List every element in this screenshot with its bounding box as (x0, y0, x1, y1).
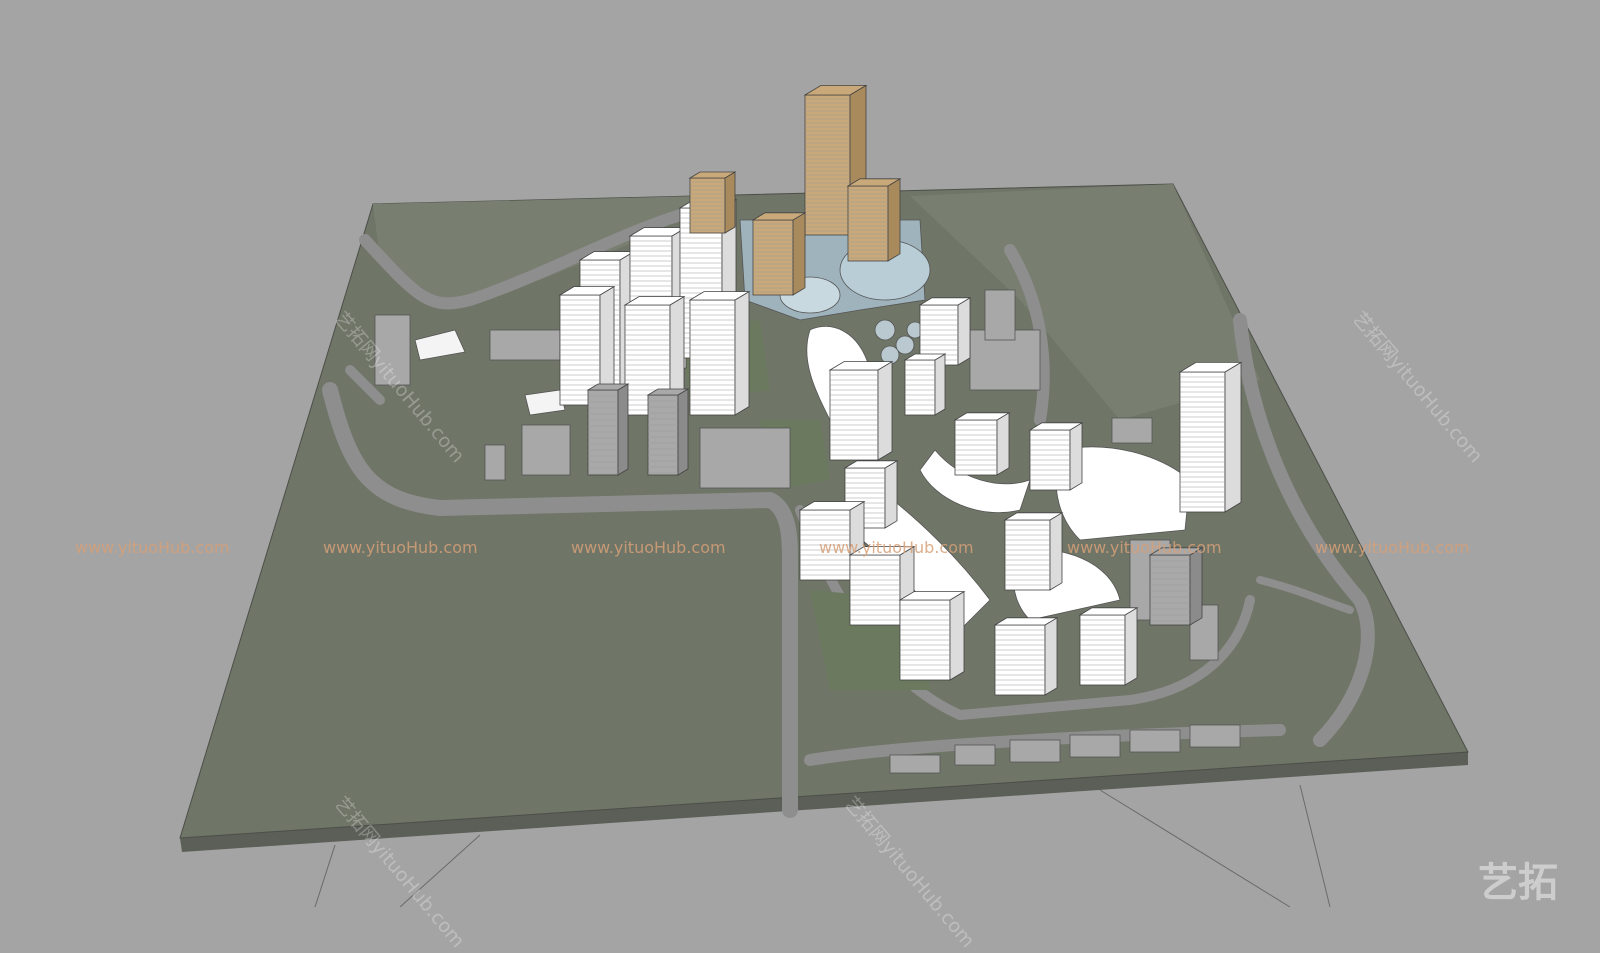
tower (993, 617, 1059, 696)
tower (688, 171, 737, 234)
tower (1178, 361, 1243, 513)
tower (828, 360, 894, 461)
tower (903, 353, 947, 416)
tower (688, 290, 751, 416)
tower (1003, 512, 1064, 591)
tower (953, 412, 1011, 476)
tower (1148, 547, 1204, 626)
tower (751, 212, 807, 296)
tower (1078, 607, 1139, 686)
tower (846, 178, 902, 262)
tower (586, 383, 630, 476)
tower (646, 388, 690, 476)
site-3d-model (179, 84, 1469, 908)
model-viewport[interactable]: www.yituoHub.com www.yituoHub.com www.yi… (0, 0, 1600, 952)
tower (1028, 422, 1084, 491)
tower (898, 590, 966, 681)
